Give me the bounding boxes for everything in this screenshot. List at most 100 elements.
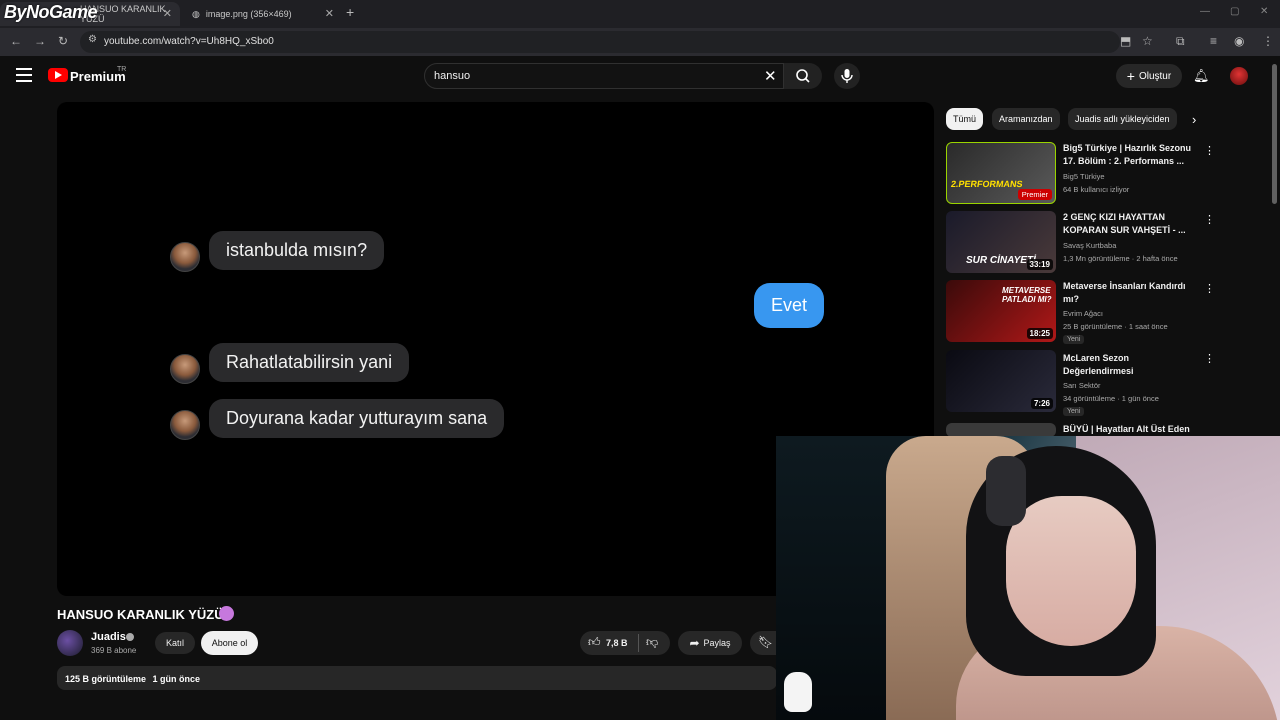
join-button[interactable]: Katıl bbox=[155, 632, 195, 654]
video-thumbnail[interactable]: METAVERSE PATLADI MI? 18:25 bbox=[946, 280, 1056, 342]
thumbnail-text: METAVERSE PATLADI MI? bbox=[1002, 286, 1052, 304]
video-thumbnail[interactable]: 7:26 bbox=[946, 350, 1056, 412]
watermark-logo: ByNoGame bbox=[4, 2, 98, 22]
tab-image[interactable]: ◍ image.png (356×469) ✕ bbox=[182, 2, 342, 26]
recommendation-channel[interactable]: Evrim Ağacı bbox=[1063, 309, 1103, 318]
star-icon[interactable]: ☆ bbox=[1142, 34, 1153, 48]
more-options-icon[interactable]: ⋮ bbox=[1204, 352, 1215, 365]
share-label: Paylaş bbox=[703, 638, 731, 648]
reload-icon[interactable]: ↻ bbox=[58, 34, 68, 48]
search-input[interactable]: hansuo bbox=[434, 70, 470, 82]
chat-bubble: istanbulda mısın? bbox=[209, 231, 385, 270]
subscriber-count: 369 B abone bbox=[91, 646, 137, 655]
thumbnail-text: SUR CİNAYETİ bbox=[966, 255, 1036, 266]
minimize-icon[interactable]: — bbox=[1200, 6, 1210, 17]
publish-date: 1 gün önce bbox=[152, 674, 201, 684]
forward-icon[interactable]: → bbox=[34, 34, 46, 48]
recommendation-meta: 34 görüntüleme · 1 gün önce bbox=[1063, 394, 1159, 403]
thumbs-down-icon[interactable]: 👎︎ bbox=[646, 635, 658, 650]
close-tab-icon[interactable]: ✕ bbox=[163, 7, 172, 20]
thumbs-up-icon[interactable]: 👍︎ bbox=[588, 635, 601, 650]
video-thumbnail[interactable]: 2.PERFORMANS Premier bbox=[946, 142, 1056, 204]
headset-icon bbox=[986, 456, 1026, 526]
recommendation-meta: 25 B görüntüleme · 1 saat önce bbox=[1063, 322, 1168, 331]
more-options-icon[interactable]: ⋮ bbox=[1204, 213, 1215, 226]
chat-bubble: Rahatlatabilirsin yani bbox=[209, 343, 410, 382]
channel-name[interactable]: Juadis bbox=[91, 631, 126, 643]
recommendation-channel[interactable]: Big5 Türkiye bbox=[1063, 172, 1105, 181]
chip-from-uploader[interactable]: Juadis adlı yükleyiciden bbox=[1068, 108, 1177, 130]
video-duration: 18:25 bbox=[1026, 328, 1053, 339]
video-thumbnail[interactable]: SUR CİNAYETİ 33:19 bbox=[946, 211, 1056, 273]
recommendation-meta: 64 B kullanıcı izliyor bbox=[1063, 185, 1130, 194]
browser-tab-bar: HANSUO KARANLIK YÜZÜ ✕ ◍ image.png (356×… bbox=[0, 0, 1280, 28]
hamburger-menu-icon[interactable] bbox=[16, 68, 32, 82]
recommendation-title[interactable]: McLaren Sezon Değerlendirmesi bbox=[1063, 352, 1193, 378]
recommendation-title[interactable]: BÜYÜ | Hayatları Alt Üst Eden bbox=[1063, 423, 1193, 436]
site-info-icon[interactable]: ⚙ bbox=[88, 34, 97, 45]
url-text[interactable]: youtube.com/watch?v=Uh8HQ_xSbo0 bbox=[104, 36, 274, 47]
globe-icon: ◍ bbox=[192, 8, 200, 19]
chip-all[interactable]: Tümü bbox=[946, 108, 984, 130]
share-button[interactable]: ➦ Paylaş bbox=[678, 631, 742, 655]
extensions-icon[interactable]: ⧉ bbox=[1176, 34, 1185, 49]
close-tab-icon[interactable]: ✕ bbox=[325, 7, 334, 20]
recommendation-channel[interactable]: Sarı Sektör bbox=[1063, 381, 1101, 390]
new-badge: Yeni bbox=[1063, 335, 1085, 344]
search-button[interactable] bbox=[784, 63, 822, 89]
clear-search-icon[interactable]: ✕ bbox=[764, 67, 777, 85]
search-box[interactable] bbox=[424, 63, 784, 89]
chip-from-search[interactable]: Aramanızdan bbox=[992, 108, 1060, 130]
chat-bubble-reply: Evet bbox=[754, 283, 825, 328]
verified-icon bbox=[126, 633, 134, 641]
profile-icon[interactable]: ◉ bbox=[1234, 34, 1244, 48]
webcam-overlay bbox=[776, 436, 1280, 720]
premiere-badge: Premier bbox=[1017, 189, 1052, 200]
divider bbox=[638, 634, 639, 652]
microphone-icon bbox=[841, 69, 853, 83]
like-dislike-group: 👍︎ 7,8 B 👎︎ bbox=[580, 631, 670, 655]
video-duration: 33:19 bbox=[1026, 259, 1053, 270]
like-count[interactable]: 7,8 B bbox=[606, 638, 628, 648]
channel-avatar[interactable] bbox=[57, 630, 83, 656]
scrollbar-thumb[interactable] bbox=[1272, 64, 1277, 204]
thumbnail-text: 2.PERFORMANS bbox=[950, 179, 1024, 189]
create-label: Oluştur bbox=[1138, 70, 1172, 82]
recommendation-meta: 1,3 Mn görüntüleme · 2 hafta önce bbox=[1063, 254, 1178, 263]
chevron-right-icon[interactable]: › bbox=[1192, 112, 1196, 127]
recommendation-title[interactable]: 2 GENÇ KIZI HAYATTAN KOPARAN SUR VAHŞETİ… bbox=[1063, 211, 1193, 237]
chat-avatar bbox=[170, 354, 200, 384]
bookmark-icon: 🔖︎ bbox=[758, 635, 774, 649]
youtube-logo-icon[interactable] bbox=[48, 68, 68, 82]
mascot-icon bbox=[784, 672, 812, 712]
close-window-icon[interactable]: ✕ bbox=[1260, 6, 1268, 17]
account-avatar[interactable] bbox=[1230, 67, 1248, 85]
new-badge: Yeni bbox=[1063, 407, 1085, 416]
emoji-icon bbox=[219, 606, 234, 621]
maximize-icon[interactable]: ▢ bbox=[1230, 6, 1239, 17]
recommendation-channel[interactable]: Savaş Kurtbaba bbox=[1063, 241, 1116, 250]
media-icon[interactable]: ≡ bbox=[1210, 34, 1217, 48]
recommendation-title[interactable]: Big5 Türkiye | Hazırlık Sezonu 17. Bölüm… bbox=[1063, 142, 1193, 168]
tab-label: image.png (356×469) bbox=[205, 9, 292, 19]
chat-avatar bbox=[170, 410, 200, 440]
view-count: 125 B görüntüleme bbox=[65, 674, 147, 684]
video-thumbnail[interactable] bbox=[946, 423, 1056, 437]
create-button[interactable]: + Oluştur bbox=[1116, 64, 1182, 88]
subscribe-button[interactable]: Abone ol bbox=[201, 631, 258, 655]
video-title: HANSUO KARANLIK YÜZÜ bbox=[57, 607, 224, 622]
more-options-icon[interactable]: ⋮ bbox=[1204, 282, 1215, 295]
video-duration: 7:26 bbox=[1030, 398, 1053, 409]
recommendation-title[interactable]: Metaverse İnsanları Kandırdı mı? bbox=[1063, 280, 1193, 306]
region-code: TR bbox=[117, 66, 127, 73]
view-stats: 125 B görüntüleme 1 gün önce bbox=[65, 674, 200, 684]
webcam-person-face bbox=[1006, 496, 1136, 646]
plus-icon: + bbox=[1126, 68, 1135, 84]
browser-menu-icon[interactable]: ⋮ bbox=[1262, 34, 1274, 48]
voice-search-button[interactable] bbox=[834, 63, 860, 89]
new-tab-button[interactable]: + bbox=[346, 4, 354, 20]
back-icon[interactable]: ← bbox=[10, 34, 22, 48]
more-options-icon[interactable]: ⋮ bbox=[1204, 144, 1215, 157]
notifications-bell-icon[interactable]: 🔔︎ bbox=[1193, 68, 1210, 84]
install-icon[interactable]: ⬒ bbox=[1120, 34, 1131, 48]
